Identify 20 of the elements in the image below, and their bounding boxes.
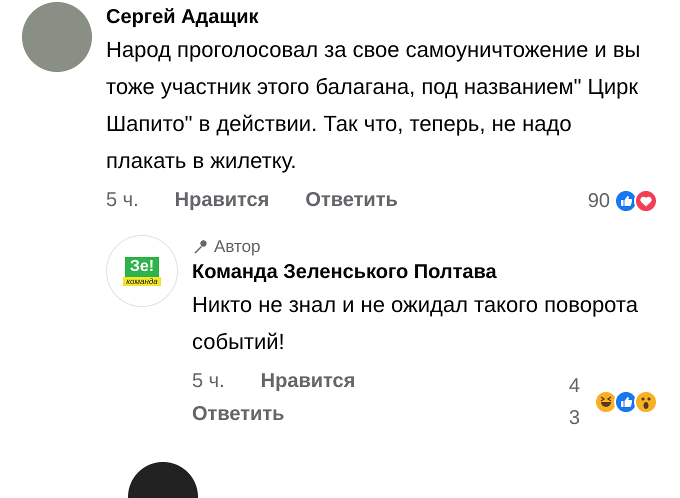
author-label: Автор (214, 237, 261, 257)
comment-text: Никто не знал и не ожидал такого поворота событий! (192, 291, 639, 356)
thumbs-up-icon (614, 189, 638, 213)
logo-subtext: команда (123, 276, 161, 286)
thumbs-up-icon (614, 390, 638, 414)
laughing-face-icon (594, 390, 618, 414)
reply-link[interactable]: Ответить (192, 403, 284, 426)
comment-time: 5 ч. (192, 370, 225, 393)
author-name[interactable]: Команда Зеленського Полтава (192, 261, 658, 284)
microphone-icon (192, 239, 208, 255)
comment-time: 5 ч. (106, 189, 139, 212)
logo-text: Зе! (124, 256, 160, 276)
surprised-face-icon (634, 390, 658, 414)
author-name[interactable]: Сергей Адащик (106, 6, 658, 29)
comment-text: Народ проголосовал за свое самоуничтожение и вы тоже участник этого балагана, под названием" Цирк Шапито" в действии. Так что, теперь, не надо плакать в жилетку. (106, 36, 642, 175)
reaction-count[interactable]: 90 (588, 190, 610, 212)
like-link[interactable]: Нравится (260, 370, 356, 393)
reply-link[interactable]: Ответить (305, 189, 398, 212)
reaction-count[interactable]: 43 (568, 370, 580, 434)
like-link[interactable]: Нравится (174, 189, 270, 212)
